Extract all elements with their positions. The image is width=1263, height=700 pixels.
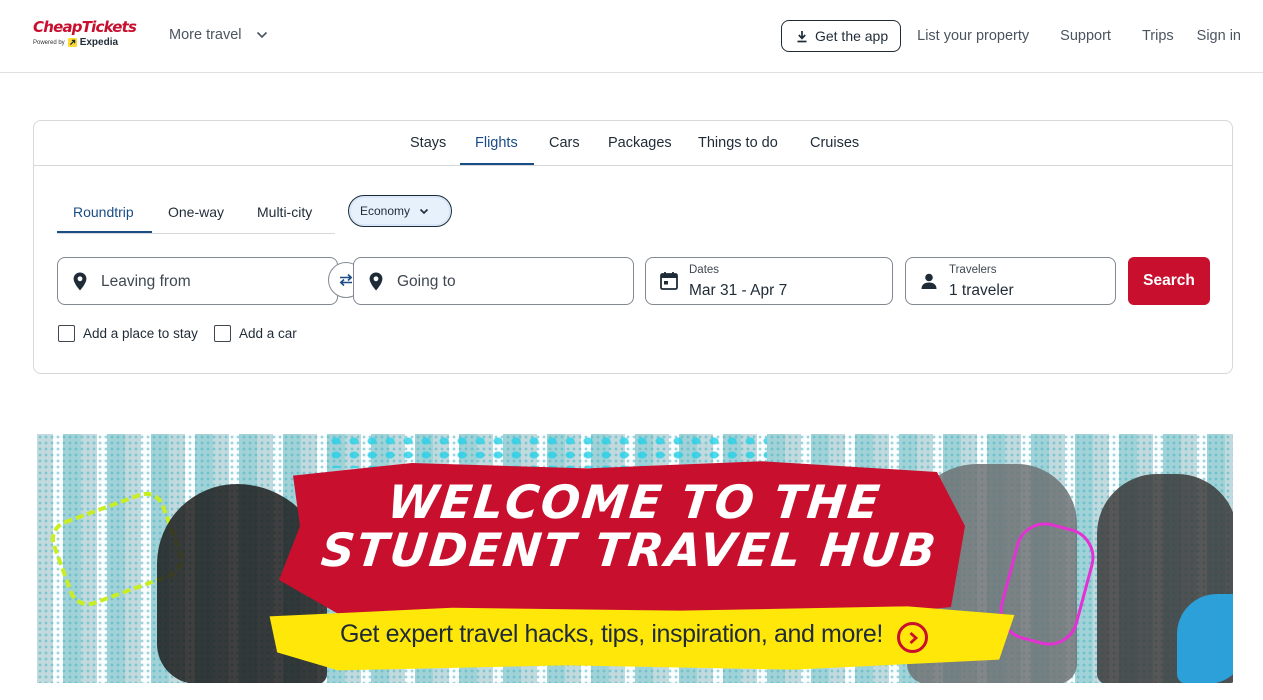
more-travel-menu[interactable]: More travel — [169, 27, 268, 43]
tab-flights[interactable]: Flights — [475, 135, 518, 151]
tab-stays[interactable]: Stays — [410, 135, 446, 151]
get-app-label: Get the app — [814, 28, 889, 44]
expedia-mark-icon — [67, 38, 77, 47]
trip-multi-city[interactable]: Multi-city — [257, 204, 312, 220]
search-button[interactable]: Search — [1128, 257, 1210, 305]
trip-one-way[interactable]: One-way — [168, 204, 224, 220]
site-header: CheapTickets Powered by Expedia More tra… — [0, 0, 1263, 73]
leaving-from-placeholder: Leaving from — [101, 273, 191, 290]
add-stay-checkbox-box[interactable] — [58, 325, 75, 342]
lob-tabs: Stays Flights Cars Packages Things to do… — [34, 121, 1232, 166]
tab-cruises[interactable]: Cruises — [810, 135, 859, 151]
support-link[interactable]: Support — [1060, 28, 1111, 44]
chevron-down-icon — [419, 208, 429, 214]
download-icon — [797, 30, 807, 42]
travelers-value: 1 traveler — [949, 282, 1014, 299]
add-stay-label: Add a place to stay — [83, 326, 198, 341]
header-nav: Get the app List your property Support T… — [780, 20, 1241, 52]
cheaptickets-logo[interactable]: CheapTickets Powered by Expedia — [33, 18, 137, 48]
tab-things-to-do[interactable]: Things to do — [698, 135, 778, 151]
active-tab-indicator — [460, 163, 534, 165]
dates-field[interactable]: Dates Mar 31 - Apr 7 — [645, 257, 893, 305]
travelers-label: Travelers — [949, 264, 997, 276]
add-car-checkbox[interactable]: Add a car — [214, 325, 297, 342]
logo-partner: Expedia — [79, 37, 119, 48]
banner-subline: Get expert travel hacks, tips, inspirati… — [340, 620, 883, 648]
dates-value: Mar 31 - Apr 7 — [689, 282, 788, 299]
trip-roundtrip[interactable]: Roundtrip — [73, 204, 134, 220]
trips-link[interactable]: Trips — [1142, 28, 1174, 44]
chevron-down-icon — [256, 31, 267, 39]
location-pin-icon — [369, 272, 383, 291]
add-car-label: Add a car — [239, 326, 297, 341]
logo-brand: CheapTickets — [33, 18, 137, 36]
tab-cars[interactable]: Cars — [549, 135, 580, 151]
going-to-field[interactable]: Going to — [353, 257, 634, 305]
search-form-card: Stays Flights Cars Packages Things to do… — [33, 120, 1233, 374]
person-icon — [921, 273, 937, 289]
banner-splash — [1177, 594, 1233, 683]
dates-label: Dates — [689, 264, 720, 276]
add-car-checkbox-box[interactable] — [214, 325, 231, 342]
add-stay-checkbox[interactable]: Add a place to stay — [58, 325, 198, 342]
student-travel-hub-banner[interactable]: WELCOME TO THE STUDENT TRAVEL HUB Get ex… — [37, 434, 1233, 683]
arrow-right-circle-icon[interactable] — [897, 622, 928, 653]
swap-icon — [339, 273, 353, 287]
trip-type-tabs: Roundtrip One-way Multi-city — [57, 198, 335, 234]
banner-headline-line2: STUDENT TRAVEL HUB — [318, 523, 941, 577]
cabin-class-dropdown[interactable]: Economy — [348, 195, 452, 227]
more-travel-label: More travel — [169, 27, 242, 43]
get-app-button[interactable]: Get the app — [780, 20, 902, 52]
active-trip-indicator — [57, 231, 152, 233]
banner-headline: WELCOME TO THE STUDENT TRAVEL HUB — [302, 475, 962, 577]
banner-headline-line1: WELCOME TO THE — [384, 475, 885, 529]
sign-in-link[interactable]: Sign in — [1197, 28, 1241, 44]
cabin-class-value: Economy — [360, 204, 411, 218]
banner-splatter — [327, 434, 767, 468]
tab-packages[interactable]: Packages — [608, 135, 672, 151]
list-property-link[interactable]: List your property — [917, 28, 1029, 44]
logo-powered-text: Powered by — [33, 39, 65, 46]
going-to-placeholder: Going to — [397, 273, 456, 290]
calendar-icon — [660, 272, 678, 290]
logo-powered-by: Powered by Expedia — [33, 37, 136, 48]
leaving-from-field[interactable]: Leaving from — [57, 257, 338, 305]
location-pin-icon — [73, 272, 87, 291]
travelers-field[interactable]: Travelers 1 traveler — [905, 257, 1116, 305]
